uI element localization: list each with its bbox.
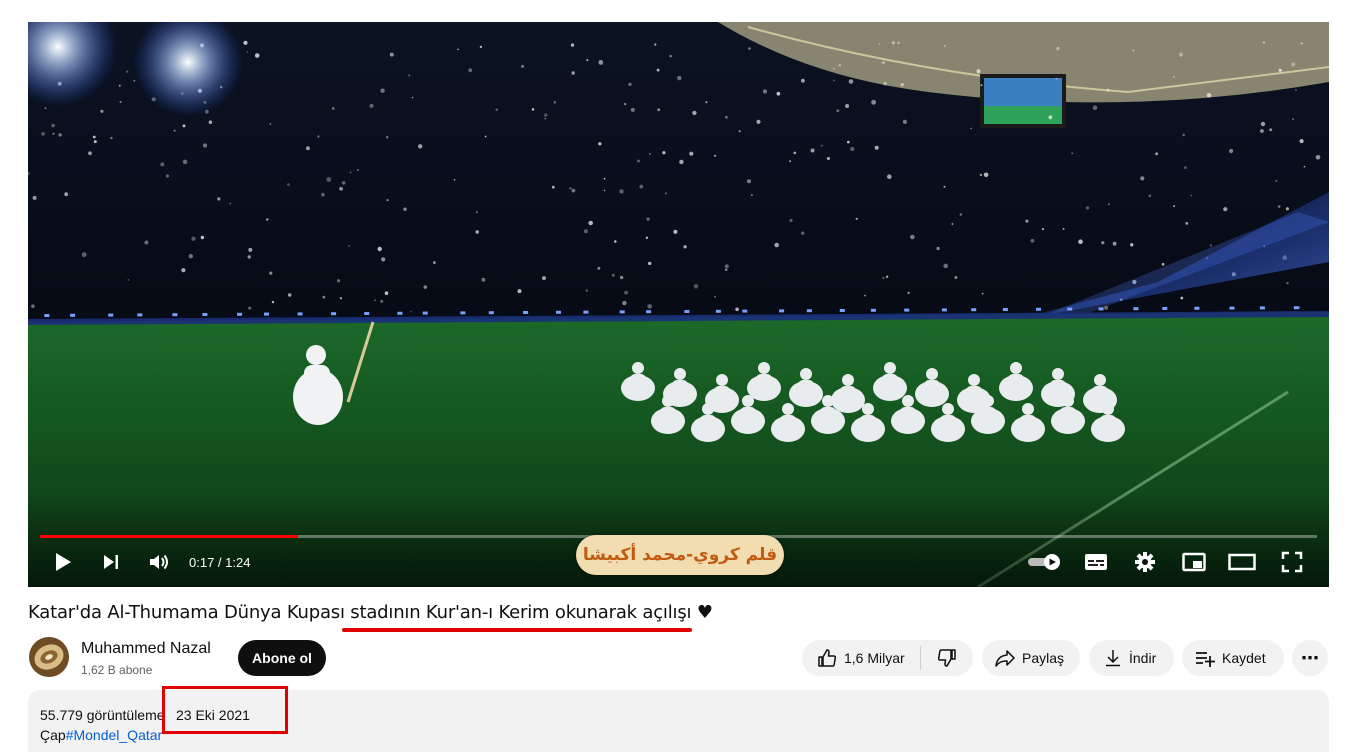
like-count: 1,6 Milyar [844, 650, 905, 666]
subtitles-icon[interactable] [1083, 549, 1109, 575]
description-box[interactable]: 55.779 görüntüleme 23 Eki 2021 Çap#Monde… [28, 686, 1329, 752]
download-icon [1103, 648, 1123, 668]
share-label: Paylaş [1022, 650, 1065, 666]
avatar-image [29, 637, 69, 677]
time-display: 0:17 / 1:24 [189, 555, 251, 570]
title-highlight-underline [342, 628, 692, 632]
video-title: Katar'da Al-Thumama Dünya Kupası stadını… [28, 602, 713, 623]
like-dislike-group: 1,6 Milyar [802, 640, 973, 676]
thumbs-up-icon [816, 647, 838, 669]
tag-prefix: Çap [40, 727, 66, 743]
more-actions-button[interactable]: ⋯ [1292, 640, 1328, 676]
dislike-button[interactable] [921, 640, 973, 676]
download-button[interactable]: İndir [1089, 640, 1174, 676]
share-button[interactable]: Paylaş [982, 640, 1080, 676]
share-arrow-icon [994, 648, 1016, 668]
thumbs-down-icon [936, 647, 958, 669]
view-count: 55.779 görüntüleme [40, 707, 165, 723]
settings-gear-icon[interactable] [1132, 549, 1158, 575]
play-icon[interactable] [50, 549, 76, 575]
add-to-playlist-icon [1194, 648, 1216, 668]
upload-date: 23 Eki 2021 [176, 707, 250, 723]
like-button[interactable]: 1,6 Milyar [802, 640, 920, 676]
channel-avatar[interactable] [29, 637, 69, 677]
subscribe-button[interactable]: Abone ol [238, 640, 326, 676]
more-icon: ⋯ [1301, 647, 1319, 669]
fullscreen-icon[interactable] [1279, 549, 1305, 575]
video-player[interactable]: 0:17 / 1:24 قلم كروي-محمد أكبيشا [28, 22, 1329, 587]
save-label: Kaydet [1222, 650, 1266, 666]
hashtag-link[interactable]: #Mondel_Qatar [66, 727, 163, 743]
download-label: İndir [1129, 650, 1157, 666]
theater-mode-icon[interactable] [1227, 549, 1257, 575]
volume-icon[interactable] [146, 549, 172, 575]
miniplayer-icon[interactable] [1181, 549, 1207, 575]
description-tags: Çap#Mondel_Qatar [40, 727, 162, 743]
video-frame [28, 22, 1329, 587]
channel-name[interactable]: Muhammed Nazal [81, 640, 211, 658]
channel-watermark: قلم كروي-محمد أكبيشا [576, 535, 784, 575]
progress-bar-played [40, 535, 299, 538]
watch-page: 0:17 / 1:24 قلم كروي-محمد أكبيشا Katar'd… [0, 0, 1348, 752]
next-icon[interactable] [98, 549, 124, 575]
save-button[interactable]: Kaydet [1182, 640, 1284, 676]
autoplay-toggle-icon[interactable] [1026, 549, 1064, 575]
subscriber-count: 1,62 B abone [81, 663, 153, 677]
